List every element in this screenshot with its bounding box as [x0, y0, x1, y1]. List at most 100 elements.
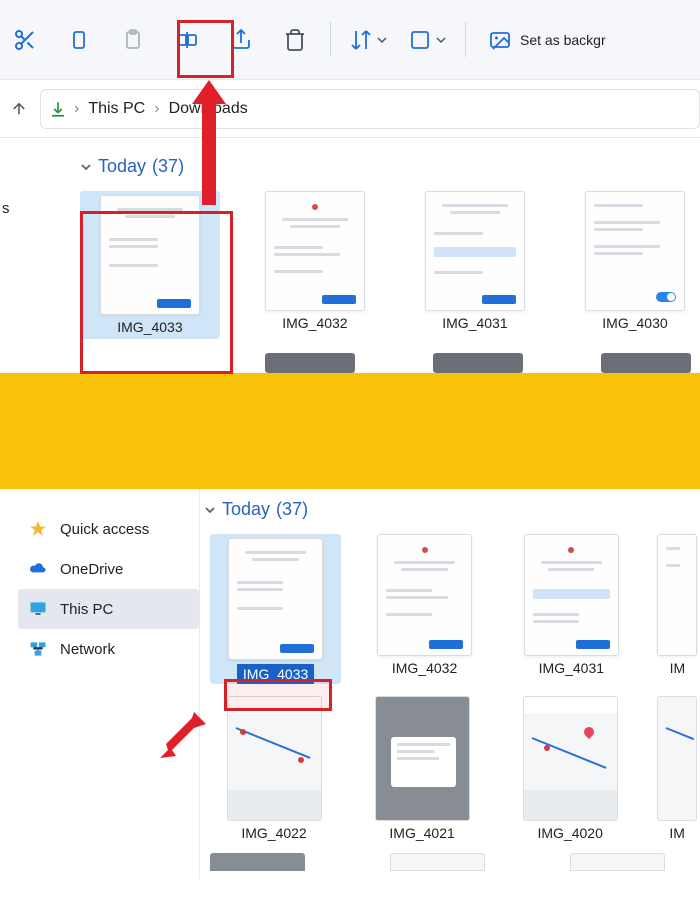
set-background-button[interactable]: Set as backgr: [476, 15, 618, 65]
file-label: IMG_4021: [389, 825, 454, 841]
picture-icon: [488, 28, 512, 52]
sidebar-item-label: Quick access: [60, 521, 149, 538]
thumbnail-preview: [657, 534, 697, 656]
share-icon: [229, 28, 253, 52]
sidebar-item-this-pc[interactable]: This PC: [18, 589, 199, 629]
file-item[interactable]: IM: [654, 696, 700, 841]
file-item[interactable]: IMG_4022: [210, 696, 338, 841]
file-item[interactable]: IMG_4033: [80, 191, 220, 339]
yellow-band: [0, 373, 700, 489]
breadcrumb-path[interactable]: › This PC › Downloads: [40, 89, 700, 129]
rename-button[interactable]: [162, 15, 212, 65]
file-item[interactable]: IMG_4030: [570, 191, 700, 339]
file-label: IMG_4033: [117, 319, 182, 335]
chevron-down-icon: [204, 504, 216, 516]
sidebar: Quick access OneDrive This PC Network: [0, 489, 200, 879]
thumbnail-preview: [377, 534, 472, 656]
file-label: IMG_4031: [442, 315, 507, 331]
network-icon: [28, 639, 48, 659]
cloud-icon: [28, 559, 48, 579]
file-grid-bottom: Today (37) IMG_4033 IMG_4032: [200, 489, 700, 879]
rename-icon: [175, 28, 199, 52]
set-background-label: Set as backgr: [520, 32, 606, 48]
file-item[interactable]: IM: [655, 534, 700, 684]
share-button[interactable]: [216, 15, 266, 65]
monitor-icon: [28, 599, 48, 619]
breadcrumb-bar: › This PC › Downloads: [0, 80, 700, 138]
bottom-panel: Quick access OneDrive This PC Network To…: [0, 489, 700, 879]
thumbnail-row-partial: [210, 853, 700, 871]
thumbnail-preview: [227, 696, 322, 821]
thumbnail-preview[interactable]: [601, 353, 691, 373]
thumbnail-preview[interactable]: [433, 353, 523, 373]
file-label-editing[interactable]: IMG_4033: [237, 664, 314, 684]
thumbnail-preview: [228, 538, 323, 660]
thumbnail-preview[interactable]: [570, 853, 665, 871]
chevron-down-icon: [435, 34, 447, 46]
sidebar-item-label: Network: [60, 641, 115, 658]
file-item[interactable]: IMG_4032: [361, 534, 488, 684]
thumbnail-preview: [100, 195, 200, 315]
scissors-icon: [13, 28, 37, 52]
sort-icon: [349, 28, 373, 52]
sidebar-item-network[interactable]: Network: [18, 629, 199, 669]
file-item[interactable]: IMG_4031: [508, 534, 635, 684]
sidebar-item-label: This PC: [60, 601, 113, 618]
group-title: Today: [98, 156, 146, 177]
star-icon: [28, 519, 48, 539]
file-item[interactable]: IMG_4031: [410, 191, 540, 339]
file-label: IMG_4030: [602, 315, 667, 331]
thumbnail-preview: [657, 696, 697, 821]
arrow-up-icon: [10, 100, 28, 118]
delete-button[interactable]: [270, 15, 320, 65]
chevron-down-icon: [80, 161, 92, 173]
thumbnail-preview: [523, 696, 618, 821]
clipboard-icon: [121, 28, 145, 52]
sort-dropdown[interactable]: [341, 15, 396, 65]
group-count: (37): [152, 156, 184, 177]
file-item[interactable]: IMG_4033: [210, 534, 341, 684]
group-header[interactable]: Today (37): [204, 499, 700, 520]
view-icon: [408, 28, 432, 52]
sidebar-item-label: OneDrive: [60, 561, 123, 578]
group-header[interactable]: Today (37): [80, 156, 700, 177]
breadcrumb-segment[interactable]: This PC: [82, 100, 151, 118]
copy-icon: [67, 28, 91, 52]
thumbnail-preview: [375, 696, 470, 821]
file-label: IM: [669, 825, 685, 841]
thumbnail-preview: [585, 191, 685, 311]
file-item[interactable]: IMG_4021: [358, 696, 486, 841]
thumbnail-preview: [425, 191, 525, 311]
file-item[interactable]: IMG_4020: [506, 696, 634, 841]
view-dropdown[interactable]: [400, 15, 455, 65]
toolbar-separator: [465, 22, 466, 57]
thumbnail-preview: [265, 191, 365, 311]
file-item[interactable]: IMG_4032: [250, 191, 380, 339]
thumbnail-row: IMG_4022 IMG_4021: [210, 696, 700, 841]
file-label: IMG_4022: [241, 825, 306, 841]
sidebar-item-quick-access[interactable]: Quick access: [18, 509, 199, 549]
thumbnail-preview[interactable]: [390, 853, 485, 871]
thumbnail-preview[interactable]: [210, 853, 305, 871]
file-label: IMG_4031: [539, 660, 604, 676]
file-label: IMG_4020: [538, 825, 603, 841]
file-label: IMG_4032: [282, 315, 347, 331]
chevron-down-icon: [376, 34, 388, 46]
sidebar-item-onedrive[interactable]: OneDrive: [18, 549, 199, 589]
breadcrumb-separator: ›: [151, 100, 162, 118]
downloads-icon: [49, 100, 67, 118]
copy-button[interactable]: [54, 15, 104, 65]
file-label: IMG_4032: [392, 660, 457, 676]
group-count: (37): [276, 499, 308, 520]
trash-icon: [283, 28, 307, 52]
nav-up-button[interactable]: [0, 90, 38, 128]
group-title: Today: [222, 499, 270, 520]
breadcrumb-segment[interactable]: Downloads: [163, 100, 254, 118]
breadcrumb-separator: ›: [71, 100, 82, 118]
cut-button[interactable]: [0, 15, 50, 65]
file-grid-top: Today (37) IMG_4033 IMG_4032 IMG_4031: [0, 138, 700, 373]
paste-button[interactable]: [108, 15, 158, 65]
thumbnail-preview[interactable]: [265, 353, 355, 373]
thumbnail-row: IMG_4033 IMG_4032 IMG_4031: [210, 534, 700, 684]
thumbnail-row: IMG_4033 IMG_4032 IMG_4031 IMG_4030: [80, 191, 700, 339]
